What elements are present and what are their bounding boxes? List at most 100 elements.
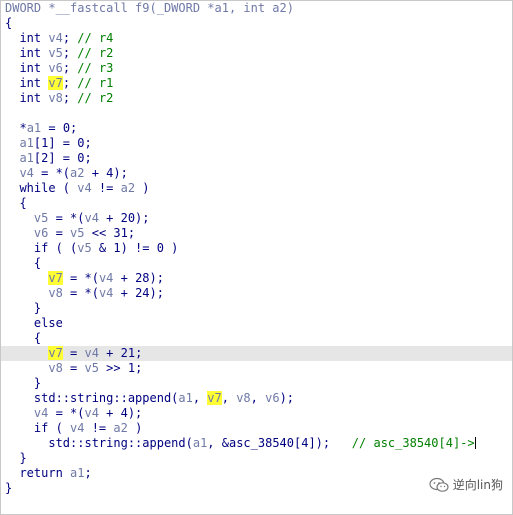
code-token: , <box>250 391 266 405</box>
code-line[interactable]: else <box>1 316 512 331</box>
code-line[interactable]: *a1 = 0; <box>1 121 512 136</box>
code-token[interactable]: a2 <box>113 421 127 435</box>
highlighted-token[interactable]: v7 <box>48 271 63 285</box>
code-token[interactable]: v6 <box>34 226 48 240</box>
code-token: != <box>84 421 114 435</box>
code-token[interactable]: a2 <box>121 181 135 195</box>
pseudocode-window: DWORD *__fastcall f9(_DWORD *a1, int a2)… <box>0 0 513 515</box>
code-token: { <box>5 196 27 210</box>
code-token: if ( <box>5 421 71 435</box>
code-token: , <box>192 391 208 405</box>
code-token[interactable]: a1 <box>19 136 33 150</box>
code-line[interactable]: int v6; // r3 <box>1 61 512 76</box>
code-token: if ( ( <box>5 241 78 255</box>
code-line[interactable]: a1[2] = 0; <box>1 151 512 166</box>
code-token: int <box>5 76 49 90</box>
code-token: ; <box>62 61 78 75</box>
code-line[interactable]: v6 = v5 << 31; <box>1 226 512 241</box>
code-token: std::string::append( <box>5 436 193 450</box>
code-token[interactable]: v4 <box>48 31 62 45</box>
code-line[interactable]: DWORD *__fastcall f9(_DWORD *a1, int a2) <box>1 1 512 16</box>
code-line[interactable]: int v8; // r2 <box>1 91 512 106</box>
code-token[interactable]: v5 <box>70 226 84 240</box>
code-token[interactable]: v5 <box>85 361 99 375</box>
code-line[interactable]: } <box>1 301 512 316</box>
code-token: = *( <box>62 286 99 300</box>
code-token[interactable]: v5 <box>48 46 62 60</box>
code-line[interactable]: std::string::append(a1, &asc_38540[4]); … <box>1 436 512 451</box>
code-token[interactable]: v8 <box>48 286 62 300</box>
code-line[interactable]: } <box>1 451 512 466</box>
code-token: int <box>5 61 49 75</box>
highlighted-token[interactable]: v7 <box>48 76 63 90</box>
code-line[interactable]: } <box>1 376 512 391</box>
code-token: = <box>62 346 85 360</box>
code-line[interactable]: { <box>1 196 512 211</box>
code-token[interactable]: a1 <box>27 121 41 135</box>
code-line[interactable]: if ( (v5 & 1) != 0 ) <box>1 241 512 256</box>
code-token[interactable]: a1 <box>193 436 207 450</box>
wechat-icon <box>429 477 449 492</box>
code-token: = <box>62 361 85 375</box>
code-token[interactable]: v8 <box>48 361 62 375</box>
code-line[interactable]: int v5; // r2 <box>1 46 512 61</box>
code-token: != <box>91 181 121 195</box>
code-line[interactable]: { <box>1 331 512 346</box>
code-token: , <box>221 391 237 405</box>
code-token: ; <box>62 91 78 105</box>
code-token[interactable]: v4 <box>34 406 48 420</box>
code-token[interactable]: v4 <box>84 406 98 420</box>
code-token[interactable]: v5 <box>34 211 48 225</box>
code-token[interactable]: v4 <box>99 271 113 285</box>
code-token[interactable]: a2 <box>70 166 84 180</box>
code-token[interactable]: v6 <box>48 61 62 75</box>
code-token[interactable]: v8 <box>236 391 250 405</box>
code-line[interactable]: v4 = *(v4 + 4); <box>1 406 512 421</box>
code-line[interactable]: v4 = *(a2 + 4); <box>1 166 512 181</box>
code-token[interactable]: a1 <box>178 391 192 405</box>
code-line[interactable]: if ( v4 != a2 ) <box>1 421 512 436</box>
code-token[interactable]: v4 <box>99 286 113 300</box>
code-token: >> 1; <box>98 361 143 375</box>
highlighted-token[interactable]: v7 <box>48 346 63 360</box>
code-line[interactable]: v8 = v5 >> 1; <box>1 361 512 376</box>
code-token: = <box>48 226 71 240</box>
code-line[interactable]: std::string::append(a1, v7, v8, v6); <box>1 391 512 406</box>
code-line[interactable]: { <box>1 16 512 31</box>
code-token: + 24); <box>113 286 164 300</box>
code-token[interactable]: v5 <box>77 241 91 255</box>
code-token: ) <box>135 181 150 195</box>
code-comment: // r2 <box>77 46 114 60</box>
code-token: } <box>5 301 42 315</box>
code-line[interactable]: { <box>1 256 512 271</box>
code-line[interactable] <box>1 106 512 121</box>
code-line[interactable]: v8 = *(v4 + 24); <box>1 286 512 301</box>
code-line[interactable]: while ( v4 != a2 ) <box>1 181 512 196</box>
code-token[interactable]: v4 <box>84 211 98 225</box>
code-token[interactable]: a1 <box>70 466 84 480</box>
pseudocode-editor[interactable]: DWORD *__fastcall f9(_DWORD *a1, int a2)… <box>1 1 512 496</box>
code-token[interactable]: DWORD *__fastcall f9(_DWORD *a1, int a2) <box>5 1 294 15</box>
code-token[interactable]: a1 <box>19 151 33 165</box>
code-line[interactable]: v7 = *(v4 + 28); <box>1 271 512 286</box>
code-line[interactable]: int v7; // r1 <box>1 76 512 91</box>
highlighted-token[interactable]: v7 <box>207 391 222 405</box>
code-token[interactable]: v8 <box>48 91 62 105</box>
code-token[interactable]: v4 <box>77 181 91 195</box>
code-line[interactable]: int v4; // r4 <box>1 31 512 46</box>
code-line[interactable]: v7 = v4 + 21; <box>1 346 512 361</box>
code-token[interactable]: v4 <box>19 166 33 180</box>
code-token[interactable]: v6 <box>265 391 279 405</box>
code-line[interactable]: a1[1] = 0; <box>1 136 512 151</box>
code-token: = *( <box>48 406 85 420</box>
code-token[interactable]: v4 <box>85 346 99 360</box>
code-token[interactable]: v4 <box>70 421 84 435</box>
code-line[interactable]: v5 = *(v4 + 20); <box>1 211 512 226</box>
code-comment: // asc_38540[4]-> <box>351 436 475 450</box>
